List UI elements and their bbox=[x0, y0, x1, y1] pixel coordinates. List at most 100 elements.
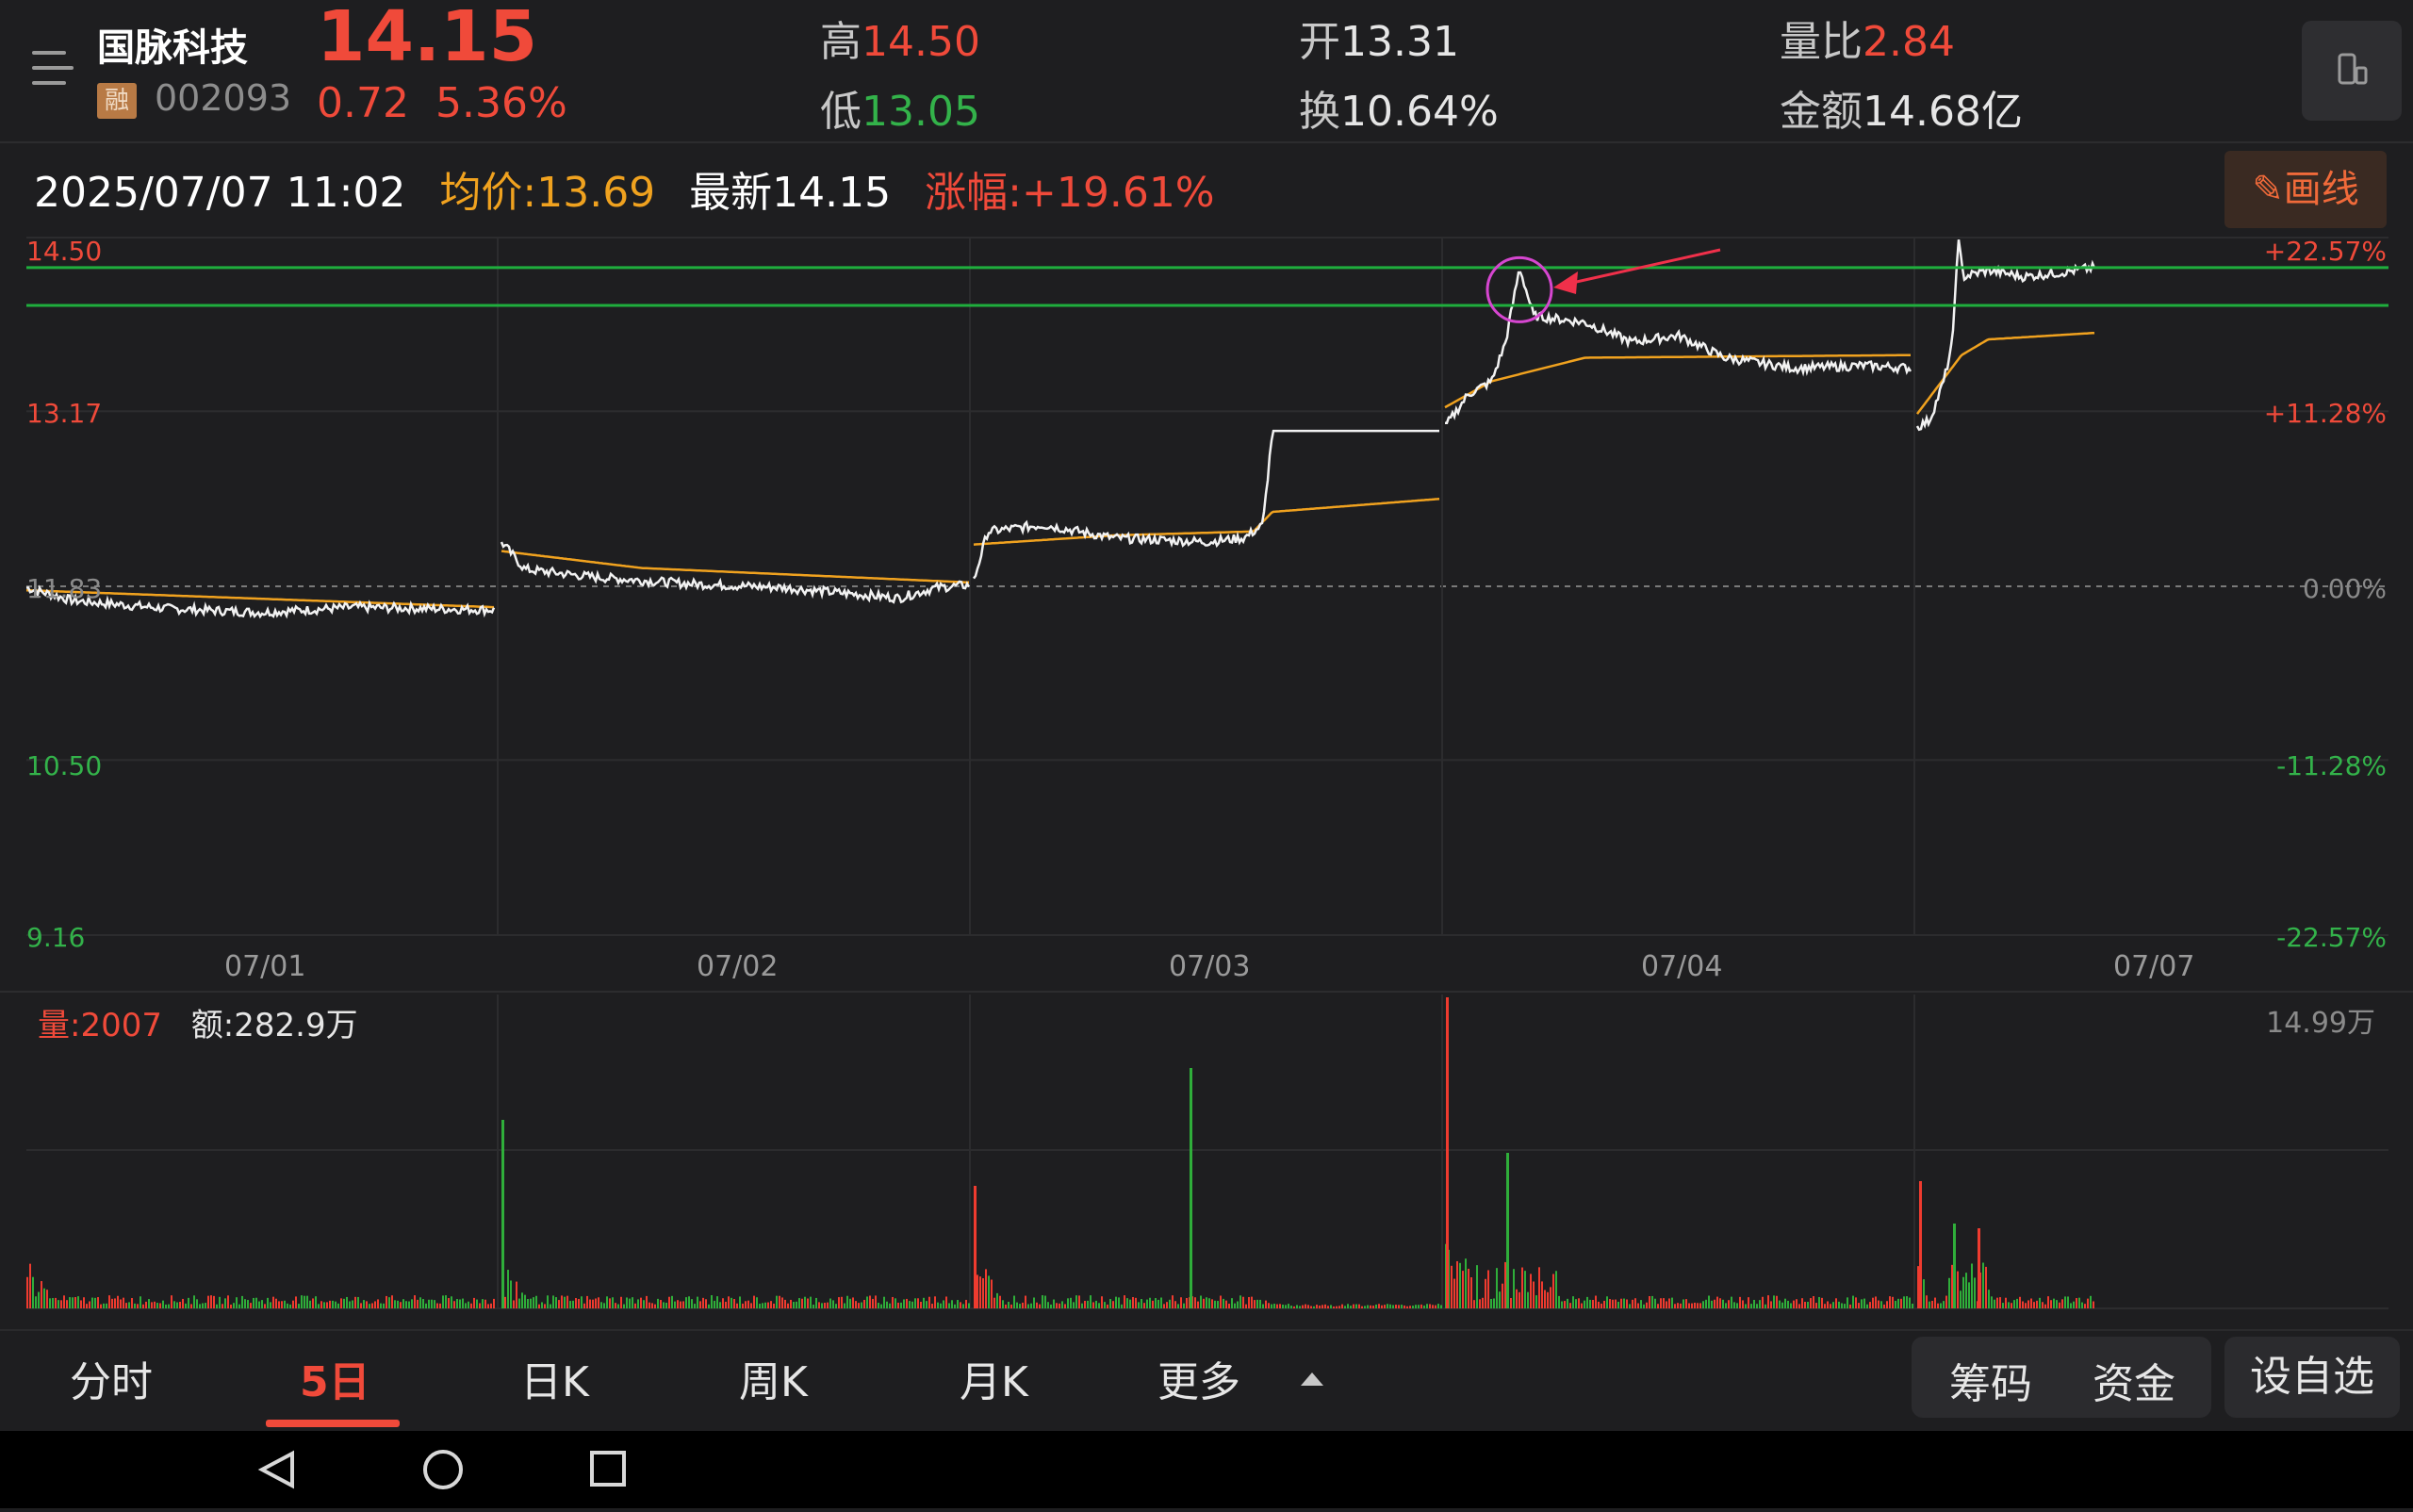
volume-bar bbox=[1451, 1265, 1453, 1308]
volume-bar bbox=[459, 1299, 461, 1308]
volume-bar bbox=[1643, 1304, 1645, 1308]
volume-bar bbox=[1316, 1305, 1318, 1308]
volume-bar bbox=[2073, 1301, 2075, 1308]
volume-bar bbox=[1999, 1297, 2001, 1308]
volume-bar bbox=[1126, 1298, 1128, 1308]
volume-bar bbox=[892, 1296, 894, 1308]
volume-bar bbox=[315, 1296, 317, 1308]
volume-bar bbox=[2053, 1298, 2055, 1308]
volume-bar bbox=[1612, 1299, 1614, 1308]
volume-bar bbox=[26, 1276, 28, 1308]
volume-bar bbox=[1810, 1298, 1812, 1308]
back-icon[interactable] bbox=[257, 1450, 294, 1489]
funds-button[interactable]: 资金 bbox=[2093, 1350, 2175, 1410]
volume-bar bbox=[250, 1303, 252, 1308]
volume-bar bbox=[2039, 1297, 2041, 1308]
volume-bar bbox=[1435, 1305, 1436, 1308]
tab-five-day[interactable]: 5日 bbox=[300, 1348, 370, 1408]
volume-bar bbox=[974, 1186, 977, 1308]
volume-bar bbox=[1146, 1299, 1148, 1308]
volume-bar bbox=[470, 1303, 472, 1308]
recents-icon[interactable] bbox=[590, 1451, 626, 1487]
add-watchlist-button[interactable]: 设自选 bbox=[2224, 1337, 2400, 1418]
volume-bar bbox=[2047, 1296, 2049, 1308]
volume-bar bbox=[1575, 1299, 1577, 1308]
volume-bar bbox=[1381, 1305, 1383, 1308]
volume-bar bbox=[298, 1304, 300, 1308]
volume-bar bbox=[264, 1304, 266, 1308]
volume-bar bbox=[425, 1303, 427, 1308]
volume-bar bbox=[377, 1299, 379, 1308]
volume-bar bbox=[1818, 1296, 1820, 1308]
volume-bar bbox=[787, 1303, 789, 1308]
volume-bar bbox=[69, 1297, 71, 1308]
volume-bar bbox=[1807, 1302, 1809, 1308]
home-icon[interactable] bbox=[423, 1450, 463, 1489]
volume-bar bbox=[1719, 1298, 1721, 1308]
right-axis-label: 0.00% bbox=[2303, 573, 2387, 604]
volume-bar bbox=[1838, 1301, 1840, 1308]
volume-bar bbox=[1406, 1306, 1408, 1308]
volume-bar bbox=[1234, 1303, 1236, 1308]
volume-bar bbox=[578, 1298, 580, 1308]
user-annotations[interactable] bbox=[26, 248, 2388, 323]
volume-bar bbox=[1674, 1304, 1676, 1308]
volume-bar bbox=[1985, 1266, 1987, 1308]
volume-bar bbox=[996, 1292, 998, 1308]
volume-bar bbox=[931, 1304, 933, 1308]
volume-bar bbox=[1798, 1304, 1800, 1308]
volume-bar bbox=[945, 1296, 947, 1308]
tab-daily-k[interactable]: 日K bbox=[520, 1348, 589, 1408]
volume-bar bbox=[581, 1296, 583, 1308]
volume-bar bbox=[2025, 1303, 2027, 1308]
chips-button[interactable]: 筹码 bbox=[1949, 1350, 2032, 1410]
volume-bar bbox=[1962, 1276, 1964, 1308]
volume-bar bbox=[993, 1297, 995, 1308]
volume-bar bbox=[991, 1279, 993, 1308]
volume-bar bbox=[510, 1280, 512, 1308]
tab-monthly-k[interactable]: 月K bbox=[960, 1348, 1028, 1408]
volume-bar bbox=[1398, 1305, 1400, 1308]
volume-bar bbox=[140, 1296, 141, 1308]
volume-bar bbox=[417, 1299, 419, 1308]
volume-bar bbox=[592, 1299, 594, 1308]
volume-bar bbox=[934, 1296, 936, 1308]
tab-weekly-k[interactable]: 周K bbox=[739, 1348, 808, 1408]
volume-bar bbox=[1330, 1305, 1332, 1308]
volume-bar bbox=[1996, 1297, 1998, 1308]
volume-bar bbox=[137, 1304, 139, 1308]
volume-bar bbox=[1124, 1295, 1125, 1308]
volume-bar bbox=[1634, 1298, 1636, 1308]
tab-more[interactable]: 更多 bbox=[1157, 1348, 1240, 1408]
volume-bar bbox=[1815, 1303, 1817, 1308]
volume-bar bbox=[1087, 1300, 1089, 1308]
volume-bar bbox=[688, 1296, 690, 1308]
volume-bar bbox=[620, 1296, 622, 1308]
date-label: 07/07 bbox=[2113, 950, 2195, 983]
volume-bar bbox=[89, 1301, 90, 1308]
caret-up-icon[interactable] bbox=[1301, 1372, 1323, 1386]
volume-bar bbox=[1276, 1304, 1278, 1308]
volume-bar bbox=[2067, 1296, 2069, 1308]
volume-bar bbox=[462, 1298, 464, 1308]
volume-bar bbox=[1872, 1297, 1874, 1308]
volume-bar bbox=[190, 1304, 192, 1308]
volume-bar bbox=[719, 1302, 721, 1308]
volume-bar bbox=[1225, 1300, 1227, 1308]
volume-bar bbox=[1327, 1306, 1329, 1308]
volume-bar bbox=[1917, 1266, 1919, 1308]
volume-bar bbox=[1485, 1278, 1486, 1308]
system-nav-bar bbox=[0, 1431, 2413, 1508]
volume-bar bbox=[394, 1300, 396, 1308]
volume-bar bbox=[928, 1296, 930, 1308]
volume-bar bbox=[1858, 1303, 1860, 1308]
five-day-chart[interactable] bbox=[0, 0, 2413, 1329]
tab-intraday[interactable]: 分时 bbox=[70, 1348, 153, 1408]
volume-bar bbox=[1084, 1300, 1086, 1308]
volume-bar bbox=[767, 1302, 769, 1308]
volume-bar bbox=[1214, 1300, 1216, 1308]
volume-bar bbox=[1186, 1297, 1188, 1308]
volume-bar bbox=[1265, 1300, 1267, 1308]
volume-bar bbox=[1302, 1305, 1304, 1308]
volume-bar bbox=[555, 1297, 557, 1308]
